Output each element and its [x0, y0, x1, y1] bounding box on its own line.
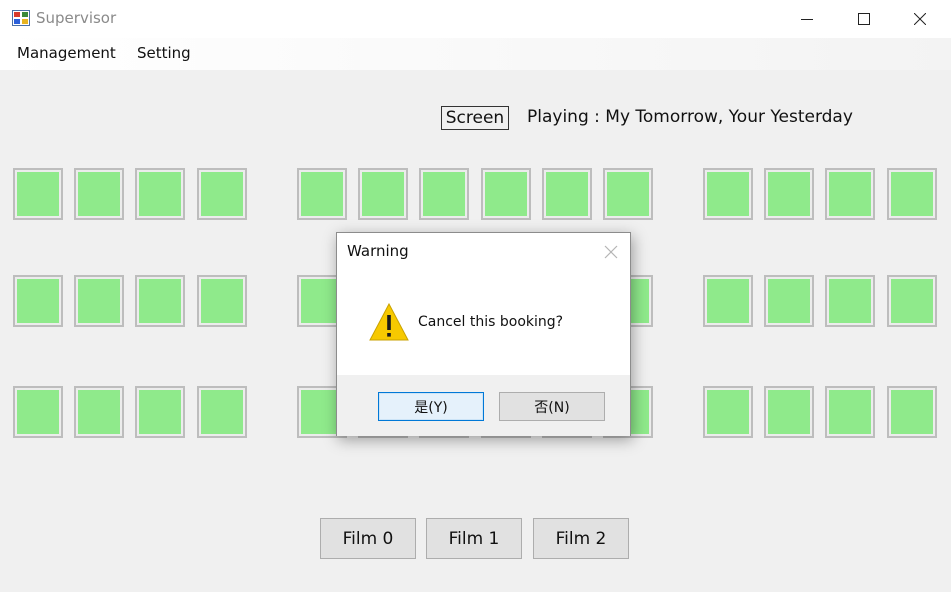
seat[interactable] — [825, 168, 875, 220]
dialog-close-icon[interactable] — [604, 245, 618, 259]
seat[interactable] — [703, 386, 753, 438]
seat[interactable] — [197, 168, 247, 220]
seat[interactable] — [887, 275, 937, 327]
seat[interactable] — [135, 275, 185, 327]
minimize-button[interactable] — [784, 0, 830, 38]
seat[interactable] — [297, 168, 347, 220]
film-2-button[interactable]: Film 2 — [533, 518, 629, 559]
supervisor-window: Supervisor Management Setting Screen Pla… — [0, 0, 951, 592]
menu-bar: Management Setting — [0, 38, 951, 70]
seat[interactable] — [703, 275, 753, 327]
seat[interactable] — [603, 168, 653, 220]
seat[interactable] — [13, 386, 63, 438]
seat[interactable] — [764, 275, 814, 327]
maximize-button[interactable] — [841, 0, 887, 38]
seat[interactable] — [13, 275, 63, 327]
seat[interactable] — [358, 168, 408, 220]
minimize-icon — [801, 19, 813, 20]
dialog-message: Cancel this booking? — [418, 314, 564, 330]
seat[interactable] — [825, 275, 875, 327]
seat[interactable] — [74, 386, 124, 438]
dialog-title: Warning — [347, 242, 409, 260]
seat[interactable] — [887, 168, 937, 220]
seat[interactable] — [887, 386, 937, 438]
seat[interactable] — [825, 386, 875, 438]
film-1-button[interactable]: Film 1 — [426, 518, 522, 559]
no-button[interactable]: 否(N) — [499, 392, 605, 421]
yes-button[interactable]: 是(Y) — [378, 392, 484, 421]
window-title: Supervisor — [36, 9, 117, 27]
close-window-button[interactable] — [897, 0, 943, 38]
seat[interactable] — [764, 168, 814, 220]
now-playing-label: Playing : My Tomorrow, Your Yesterday — [527, 107, 853, 127]
seat[interactable] — [764, 386, 814, 438]
seat[interactable] — [74, 275, 124, 327]
seat[interactable] — [197, 275, 247, 327]
warning-dialog: Warning Cancel this booking? 是(Y) 否(N) — [336, 232, 631, 436]
seat[interactable] — [419, 168, 469, 220]
seat[interactable] — [703, 168, 753, 220]
seat[interactable] — [197, 386, 247, 438]
seat[interactable] — [542, 168, 592, 220]
menu-setting[interactable]: Setting — [137, 44, 191, 62]
seat[interactable] — [13, 168, 63, 220]
seat[interactable] — [135, 168, 185, 220]
close-icon — [914, 13, 926, 25]
seat[interactable] — [74, 168, 124, 220]
seat[interactable] — [135, 386, 185, 438]
title-bar[interactable]: Supervisor — [0, 0, 951, 38]
film-0-button[interactable]: Film 0 — [320, 518, 416, 559]
seat[interactable] — [481, 168, 531, 220]
dialog-button-area: 是(Y) 否(N) — [337, 375, 630, 436]
menu-management[interactable]: Management — [17, 44, 116, 62]
maximize-icon — [858, 13, 870, 25]
warning-icon — [369, 302, 409, 341]
app-window-icon — [12, 10, 30, 26]
screen-label: Screen — [441, 106, 509, 130]
